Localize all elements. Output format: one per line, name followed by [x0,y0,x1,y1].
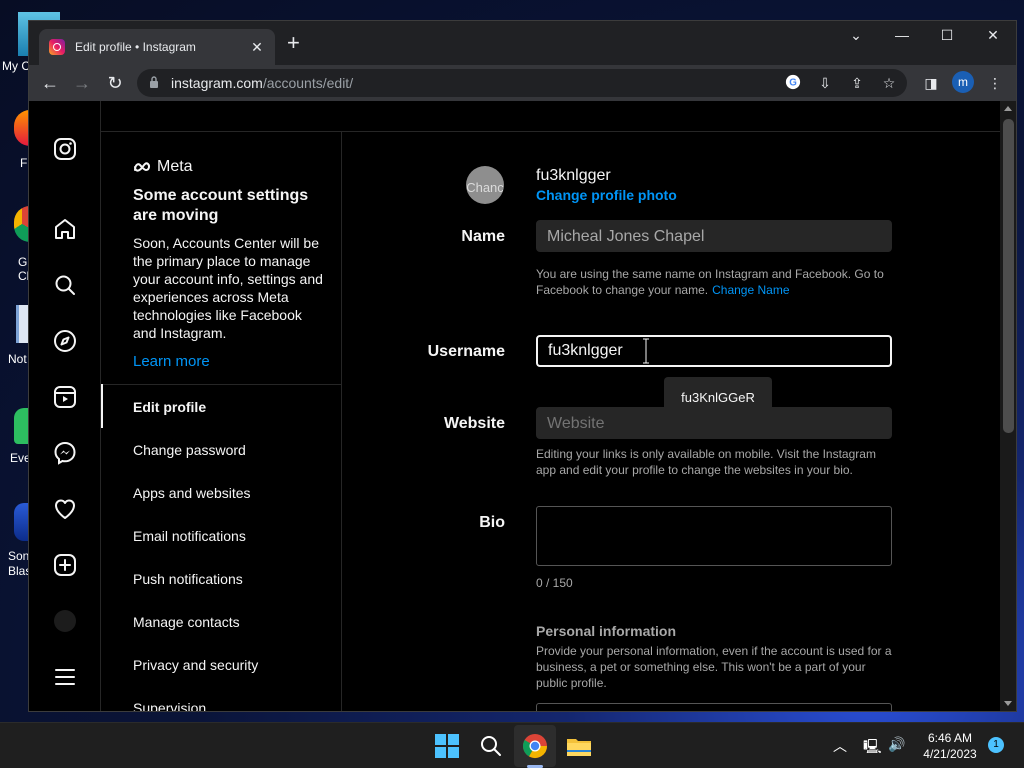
browser-menu-icon[interactable]: ⋮ [984,72,1006,94]
bio-character-counter: 0 / 150 [536,576,573,590]
explore-compass-icon[interactable] [53,329,77,353]
name-label: Name [461,228,505,245]
url-path: /accounts/edit/ [262,75,354,91]
desktop-label-my-computer: My C [2,59,30,73]
edit-profile-form: Chanc fu3knlgger Change profile photo Na… [342,132,1000,711]
profile-username-heading: fu3knlgger [536,167,611,184]
notice-text: Soon, Accounts Center will be the primar… [133,235,323,341]
new-tab-button[interactable]: + [287,32,300,54]
taskbar: ︿ 🖳 🔊 6:46 AM 4/21/2023 1 [0,722,1024,768]
sidebar-item-supervision[interactable]: Supervision [133,700,206,711]
url-host: instagram.com [171,75,263,91]
bio-textarea[interactable] [536,506,892,566]
name-field[interactable]: Micheal Jones Chapel [536,220,892,252]
clock-time: 6:46 AM [927,731,973,745]
website-label: Website [443,415,505,432]
instagram-page: Meta Some account settings are moving So… [29,101,1000,711]
personal-info-text: Provide your personal information, even … [536,644,892,690]
address-bar[interactable]: instagram.com/accounts/edit/ G ⇩ ⇪ ☆ [137,69,907,97]
back-button[interactable]: ← [39,72,61,94]
tab-search-icon[interactable]: ⌄ [841,27,871,44]
personal-info-title: Personal information [536,623,677,639]
notice-title: Some account settings are moving [133,187,309,224]
learn-more-link[interactable]: Learn more [133,353,210,370]
sidebar-item-email-notifications[interactable]: Email notifications [133,528,246,544]
change-profile-photo-link[interactable]: Change profile photo [536,187,677,203]
chrome-taskbar-icon[interactable] [520,731,550,761]
desktop-label-notepad: Not [8,352,27,366]
instagram-favicon-icon [49,39,65,55]
clock-date: 4/21/2023 [923,747,977,761]
meta-logo: Meta [133,158,193,176]
minimize-button[interactable]: — [887,27,917,43]
name-hint-text: You are using the same name on Instagram… [536,267,884,297]
maximize-button[interactable]: ☐ [932,27,962,44]
browser-toolbar: ← → ↻ instagram.com/accounts/edit/ G ⇩ ⇪… [29,65,1016,101]
home-icon[interactable] [53,217,77,241]
side-panel-icon[interactable]: ◨ [920,72,942,94]
profile-avatar-icon[interactable] [53,609,77,633]
browser-window: Edit profile • Instagram ✕ + ⌄ — ☐ ✕ ← →… [28,20,1017,712]
scroll-down-arrow-icon[interactable] [1004,701,1012,706]
url-text: instagram.com/accounts/edit/ [171,75,353,91]
sidebar-item-change-password[interactable]: Change password [133,442,246,458]
tab-close-icon[interactable]: ✕ [249,39,265,56]
messenger-icon[interactable] [53,441,77,465]
change-name-link[interactable]: Change Name [712,283,789,297]
close-window-button[interactable]: ✕ [978,27,1008,44]
notifications-heart-icon[interactable] [53,497,77,521]
profile-photo[interactable]: Chanc [466,166,504,204]
network-icon[interactable]: 🖳 [863,736,882,760]
reload-button[interactable]: ↻ [104,72,126,94]
install-app-icon[interactable]: ⇩ [816,74,834,92]
google-lens-icon[interactable]: G [784,74,802,92]
meta-logo-text: Meta [157,158,193,175]
create-post-icon[interactable] [53,553,77,577]
search-icon[interactable] [53,273,77,297]
sidebar-item-privacy-and-security[interactable]: Privacy and security [133,657,258,673]
username-label: Username [427,343,505,360]
more-menu-icon[interactable] [53,665,77,689]
website-hint: Editing your links is only available on … [536,447,876,477]
active-item-indicator [101,384,103,428]
reels-icon[interactable] [53,385,77,409]
website-input[interactable]: Website [536,407,892,439]
name-hint: You are using the same name on Instagram… [536,266,896,298]
scrollbar-thumb[interactable] [1003,119,1014,433]
lock-icon [150,76,158,88]
forward-button[interactable]: → [71,72,93,94]
text-cursor-icon [643,338,649,364]
tray-overflow-chevron-icon[interactable]: ︿ [833,736,847,756]
notification-badge[interactable]: 1 [988,737,1004,753]
svg-text:G: G [789,78,797,89]
desktop-label-firefox: F [20,156,28,170]
sidebar-item-push-notifications[interactable]: Push notifications [133,571,243,587]
taskbar-clock[interactable]: 6:46 AM 4/21/2023 [918,730,982,762]
instagram-logo-icon[interactable] [53,137,77,161]
profile-avatar-button[interactable]: m [952,71,974,93]
sidebar-item-edit-profile[interactable]: Edit profile [133,399,206,415]
scroll-up-arrow-icon[interactable] [1004,106,1012,111]
email-field[interactable] [536,703,892,711]
settings-sidebar: Meta Some account settings are moving So… [101,131,342,711]
volume-icon[interactable]: 🔊 [888,736,905,753]
meta-infinity-icon [134,162,151,172]
tab-bar: Edit profile • Instagram ✕ + ⌄ — ☐ ✕ [29,21,1016,65]
bio-label: Bio [479,514,505,531]
sidebar-item-apps-and-websites[interactable]: Apps and websites [133,485,251,501]
sidebar-item-manage-contacts[interactable]: Manage contacts [133,614,240,630]
tab-edit-profile[interactable]: Edit profile • Instagram ✕ [39,29,275,65]
username-input[interactable]: fu3knlgger [536,335,892,367]
page-scrollbar[interactable] [1000,101,1016,711]
sidebar-divider [101,384,342,385]
share-icon[interactable]: ⇪ [848,74,866,92]
file-explorer-icon[interactable] [564,731,594,761]
tab-title: Edit profile • Instagram [75,40,196,54]
taskbar-search-icon[interactable] [476,731,506,761]
windows-start-icon[interactable] [432,731,462,761]
instagram-left-nav [29,101,101,711]
bookmark-star-icon[interactable]: ☆ [880,74,898,92]
